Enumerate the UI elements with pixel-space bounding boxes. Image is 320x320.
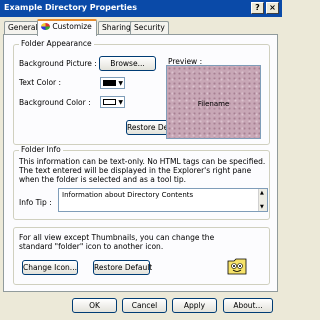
bg-picture-label: Background Picture : xyxy=(19,59,97,68)
bg-color-picker[interactable]: ▼ xyxy=(100,96,125,108)
dropdown-arrow-icon: ▼ xyxy=(118,99,123,106)
tab-customize[interactable]: Customize xyxy=(37,19,97,36)
tab-customize-label: Customize xyxy=(52,22,92,31)
preview-filename: Filename xyxy=(197,100,230,108)
about-button[interactable]: About... xyxy=(223,298,273,313)
scroll-down-icon: ▼ xyxy=(260,204,264,210)
icon-restore-default-button[interactable]: Restore Default xyxy=(93,260,152,275)
customize-panel: Folder Appearance Background Picture : B… xyxy=(3,34,278,292)
window-title: Example Directory Properties xyxy=(4,3,137,12)
icon-description: For all view except Thumbnails, you can … xyxy=(19,233,215,251)
ok-button[interactable]: OK xyxy=(72,298,117,313)
folder-info-description: This information can be text-only. No HT… xyxy=(19,157,266,184)
dropdown-arrow-icon: ▼ xyxy=(118,80,123,87)
info-tip-label: Info Tip : xyxy=(19,198,52,207)
bg-color-fill xyxy=(103,99,116,105)
browse-button[interactable]: Browse... xyxy=(99,56,156,71)
info-tip-scrollbar[interactable]: ▲ ▼ xyxy=(258,189,267,211)
info-tip-value: Information about Directory Contents xyxy=(62,191,194,199)
cancel-button[interactable]: Cancel xyxy=(122,298,167,313)
info-tip-field[interactable]: Information about Directory Contents ▲ ▼ xyxy=(58,188,268,212)
text-color-picker[interactable]: ▼ xyxy=(100,77,125,89)
bg-color-label: Background Color : xyxy=(19,98,91,107)
scroll-up-icon: ▲ xyxy=(260,190,264,196)
preview-image: Filename xyxy=(166,65,261,139)
customize-tab-icon xyxy=(41,23,50,30)
tab-general[interactable]: General xyxy=(4,21,42,35)
icon-group: For all view except Thumbnails, you can … xyxy=(13,227,270,285)
help-button[interactable]: ? xyxy=(251,2,264,14)
text-color-label: Text Color : xyxy=(19,78,62,87)
close-button[interactable]: × xyxy=(266,2,279,14)
folder-appearance-legend: Folder Appearance xyxy=(19,39,94,48)
apply-button[interactable]: Apply xyxy=(172,298,217,313)
change-icon-button[interactable]: Change Icon... xyxy=(22,260,78,275)
title-bar: Example Directory Properties ? × xyxy=(0,0,282,17)
text-color-fill xyxy=(103,80,116,86)
folder-face-icon xyxy=(227,258,247,275)
folder-info-legend: Folder Info xyxy=(19,145,63,154)
tab-security[interactable]: Security xyxy=(130,21,169,35)
